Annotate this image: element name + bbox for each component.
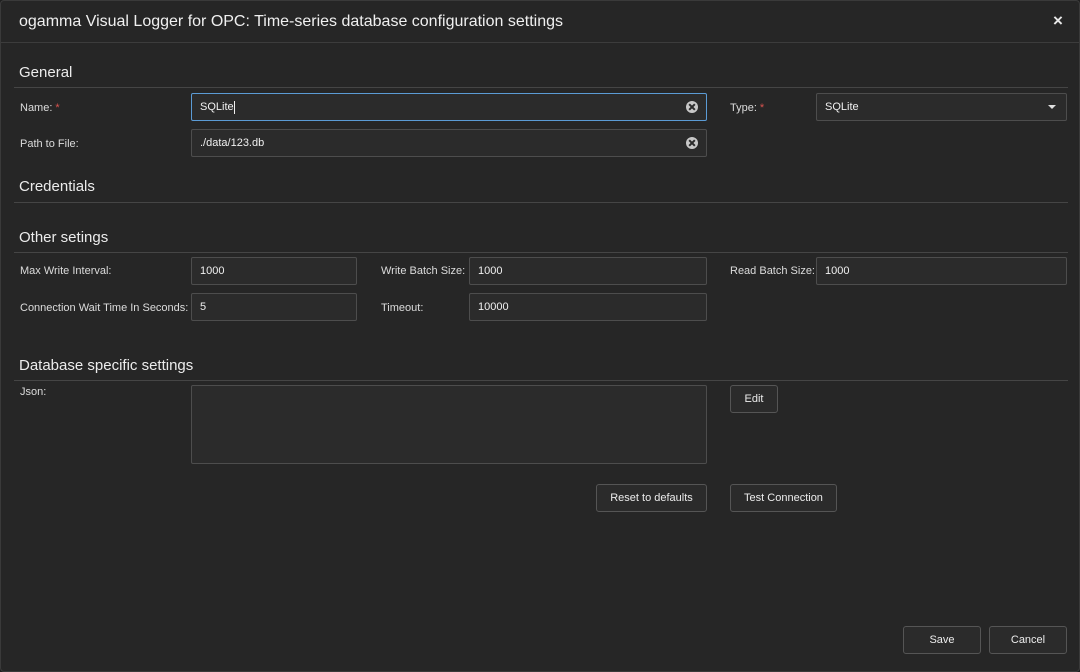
required-marker: * [55,102,60,114]
connection-wait-label: Connection Wait Time In Seconds: [20,302,189,314]
required-marker: * [759,102,765,114]
clear-icon[interactable] [686,137,698,149]
max-write-interval-label: Max Write Interval: [20,265,112,277]
connection-wait-input[interactable]: 5 [191,293,357,321]
caret-down-icon [1048,105,1056,109]
read-batch-size-input[interactable]: 1000 [816,257,1067,285]
section-db-specific-title: Database specific settings [19,357,194,374]
section-divider [14,202,1068,203]
timeout-input[interactable]: 10000 [469,293,707,321]
section-divider [14,380,1068,381]
type-select-value: SQLite [825,101,859,113]
cancel-button[interactable]: Cancel [989,626,1067,654]
path-label: Path to File: [20,138,79,150]
type-label: Type: * [730,102,764,114]
section-divider [14,252,1068,253]
test-connection-button[interactable]: Test Connection [730,484,837,512]
text-cursor [233,100,235,114]
section-divider [14,87,1068,88]
section-other-title: Other setings [19,229,109,246]
section-credentials-title: Credentials [19,178,95,195]
config-dialog: ogamma Visual Logger for OPC: Time-serie… [0,0,1080,672]
edit-button[interactable]: Edit [730,385,778,413]
read-batch-size-label: Read Batch Size: [730,265,815,277]
close-button[interactable]: × [1049,11,1067,31]
reset-defaults-button[interactable]: Reset to defaults [596,484,707,512]
path-input[interactable]: ./data/123.db [191,129,707,157]
write-batch-size-label: Write Batch Size: [381,265,466,277]
json-label: Json: [20,386,47,398]
section-general-title: General [19,64,73,81]
type-select[interactable]: SQLite [816,93,1067,121]
write-batch-size-input[interactable]: 1000 [469,257,707,285]
name-label-text: Name: [20,102,53,114]
clear-icon[interactable] [686,101,698,113]
path-input-value: ./data/123.db [200,137,265,149]
dialog-titlebar: ogamma Visual Logger for OPC: Time-serie… [1,1,1079,43]
save-button[interactable]: Save [903,626,981,654]
dialog-title: ogamma Visual Logger for OPC: Time-serie… [19,13,563,30]
type-label-text: Type: [730,102,757,114]
name-input[interactable]: SQLite [191,93,707,121]
timeout-label: Timeout: [381,302,424,314]
max-write-interval-input[interactable]: 1000 [191,257,357,285]
name-input-value: SQLite [200,101,234,113]
json-textarea[interactable] [191,385,707,464]
name-label: Name: * [20,102,60,114]
